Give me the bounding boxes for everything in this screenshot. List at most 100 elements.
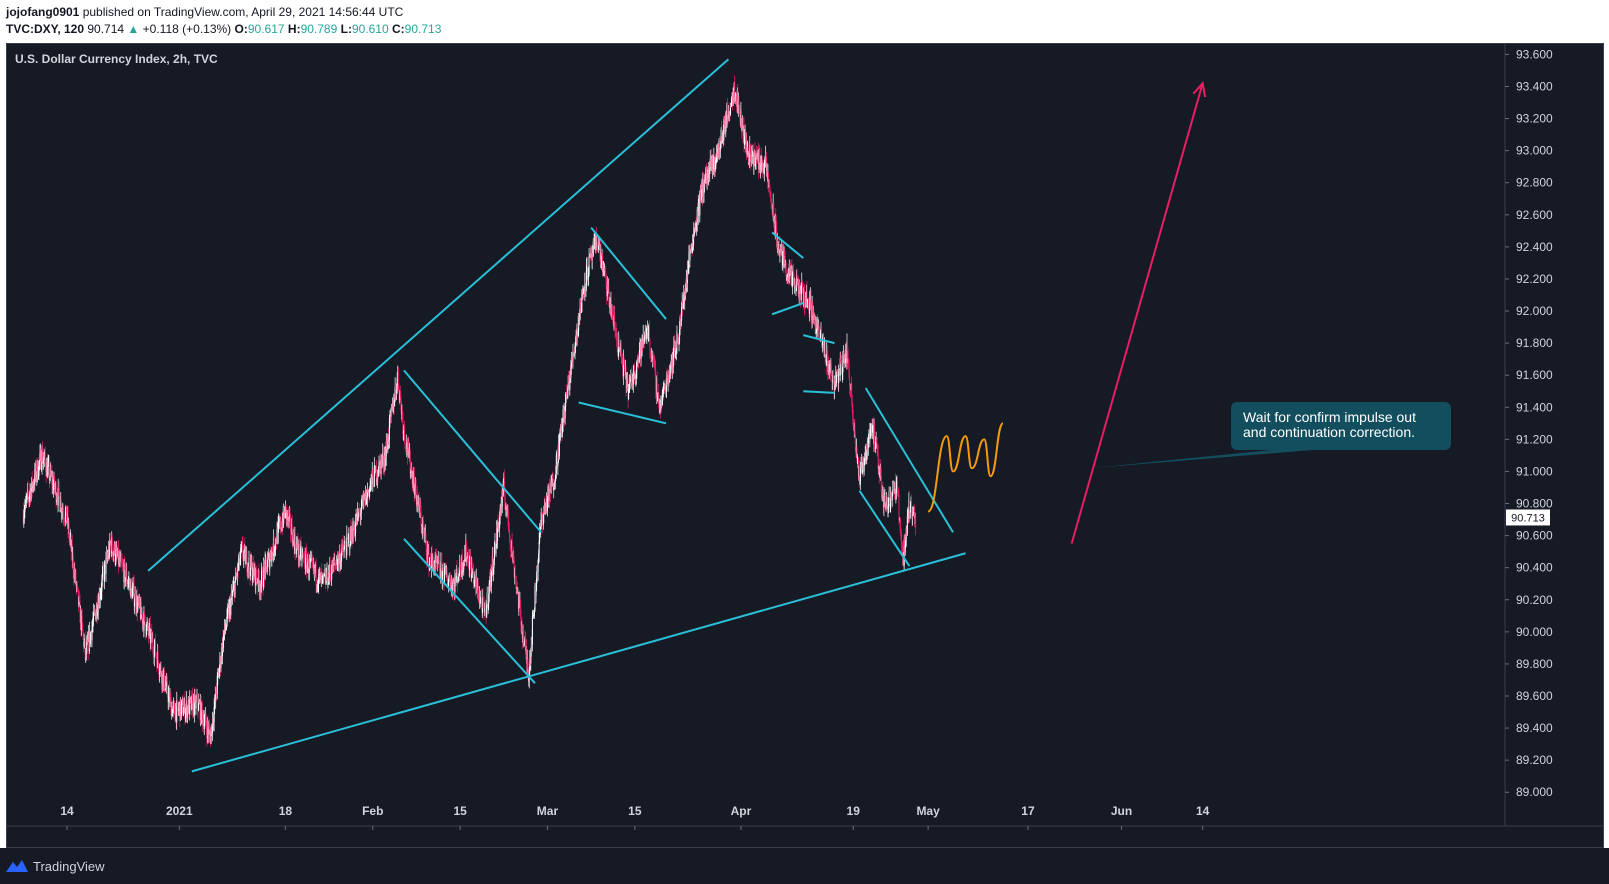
- candle-body: [204, 716, 206, 723]
- candle-body: [81, 615, 83, 624]
- candle-body: [89, 633, 91, 644]
- y-tick-label: 93.000: [1516, 144, 1553, 158]
- candle-body: [596, 241, 598, 250]
- y-tick-label: 92.600: [1516, 208, 1553, 222]
- trendline: [578, 401, 667, 425]
- candle-body: [234, 581, 236, 597]
- y-tick-label: 90.800: [1516, 497, 1553, 511]
- y-tick-label: 90.400: [1516, 561, 1553, 575]
- candle-body: [379, 461, 381, 464]
- candle-body: [452, 583, 454, 592]
- candle-body: [699, 190, 701, 216]
- candle-body: [266, 566, 268, 572]
- y-tick-label: 92.400: [1516, 240, 1553, 254]
- x-tick-label: 15: [453, 804, 467, 818]
- y-tick-label: 89.800: [1516, 657, 1553, 671]
- y-tick-label: 90.600: [1516, 529, 1553, 543]
- x-tick-label: 15: [628, 804, 642, 818]
- candle-body: [174, 704, 176, 715]
- candle-body: [712, 158, 714, 170]
- candle-body: [167, 692, 169, 703]
- y-tick-label: 89.400: [1516, 721, 1553, 735]
- candle-body: [143, 612, 145, 615]
- candle-body: [715, 162, 717, 166]
- candle-body: [390, 409, 392, 417]
- candle-body: [157, 651, 159, 662]
- chart-title: U.S. Dollar Currency Index, 2h, TVC: [15, 52, 218, 66]
- trendlines-layer: [147, 58, 966, 773]
- candle-body: [915, 515, 917, 528]
- y-tick-label: 92.800: [1516, 176, 1553, 190]
- candle-body: [847, 351, 849, 360]
- trendline: [803, 390, 835, 394]
- candle-body: [397, 366, 399, 384]
- candle-body: [803, 290, 805, 305]
- candle-body: [76, 584, 78, 587]
- candle-body: [115, 549, 117, 561]
- trendline: [191, 552, 966, 773]
- footer-brand[interactable]: TradingView: [33, 859, 105, 874]
- candle-body: [465, 543, 467, 559]
- candle-body: [154, 640, 156, 655]
- y-tick-label: 89.200: [1516, 753, 1553, 767]
- candle-body: [648, 328, 650, 339]
- candle-body: [531, 616, 533, 645]
- x-tick-label: Apr: [731, 804, 752, 818]
- candle-body: [111, 537, 113, 551]
- x-tick-label: 14: [1196, 804, 1210, 818]
- x-tick-label: Mar: [537, 804, 559, 818]
- candle-body: [874, 425, 876, 447]
- candle-body: [828, 364, 830, 372]
- y-tick-label: 91.400: [1516, 400, 1553, 414]
- candle-body: [521, 622, 523, 634]
- candle-body: [59, 497, 61, 512]
- candle-body: [95, 612, 97, 620]
- candle-body: [689, 250, 691, 261]
- candle-body: [285, 504, 287, 508]
- x-tick-label: 19: [847, 804, 861, 818]
- last-price-badge-text: 90.713: [1511, 512, 1545, 524]
- y-tick-label: 91.000: [1516, 464, 1553, 478]
- trendline: [147, 58, 730, 572]
- candle-body: [824, 342, 826, 357]
- candle-body: [795, 290, 797, 292]
- price-chart[interactable]: Wait for confirm impulse outand continua…: [0, 0, 1609, 884]
- x-tick-label: 17: [1021, 804, 1035, 818]
- x-tick-label: 18: [279, 804, 293, 818]
- y-tick-label: 92.000: [1516, 304, 1553, 318]
- y-tick-label: 93.600: [1516, 47, 1553, 61]
- trendline: [771, 302, 804, 316]
- candle-body: [103, 564, 105, 582]
- projection-path: [927, 422, 1004, 513]
- candle-body: [482, 597, 484, 599]
- y-tick-label: 93.200: [1516, 112, 1553, 126]
- candle-body: [414, 487, 416, 495]
- candle-body: [507, 516, 509, 530]
- y-tick-label: 90.200: [1516, 593, 1553, 607]
- candle-body: [334, 559, 336, 563]
- tradingview-logo-icon[interactable]: [6, 858, 28, 874]
- candle-body: [681, 306, 683, 321]
- candle-body: [105, 557, 107, 574]
- y-tick-label: 92.200: [1516, 272, 1553, 286]
- candle-body: [614, 315, 616, 322]
- price-axis[interactable]: 93.600 93.400 93.200 93.000 92.800 92.600 92.4…: [1505, 47, 1553, 799]
- annotation-text: Wait for confirm impulse out: [1243, 409, 1416, 425]
- candles-layer: [22, 75, 917, 747]
- candle-body: [605, 270, 607, 274]
- overlay-layer: Wait for confirm impulse outand continua…: [927, 81, 1550, 544]
- x-tick-label: Feb: [362, 804, 383, 818]
- candle-body: [65, 505, 67, 523]
- candle-body: [759, 150, 761, 162]
- y-tick-label: 93.400: [1516, 79, 1553, 93]
- candle-body: [144, 614, 146, 625]
- candle-body: [738, 100, 740, 106]
- candle-body: [898, 494, 900, 521]
- y-tick-label: 90.000: [1516, 625, 1553, 639]
- annotation-text: and continuation correction.: [1243, 424, 1415, 440]
- candle-body: [514, 574, 516, 577]
- candle-body: [270, 552, 272, 560]
- x-tick-label: May: [916, 804, 940, 818]
- candle-body: [519, 601, 521, 610]
- y-tick-label: 91.600: [1516, 368, 1553, 382]
